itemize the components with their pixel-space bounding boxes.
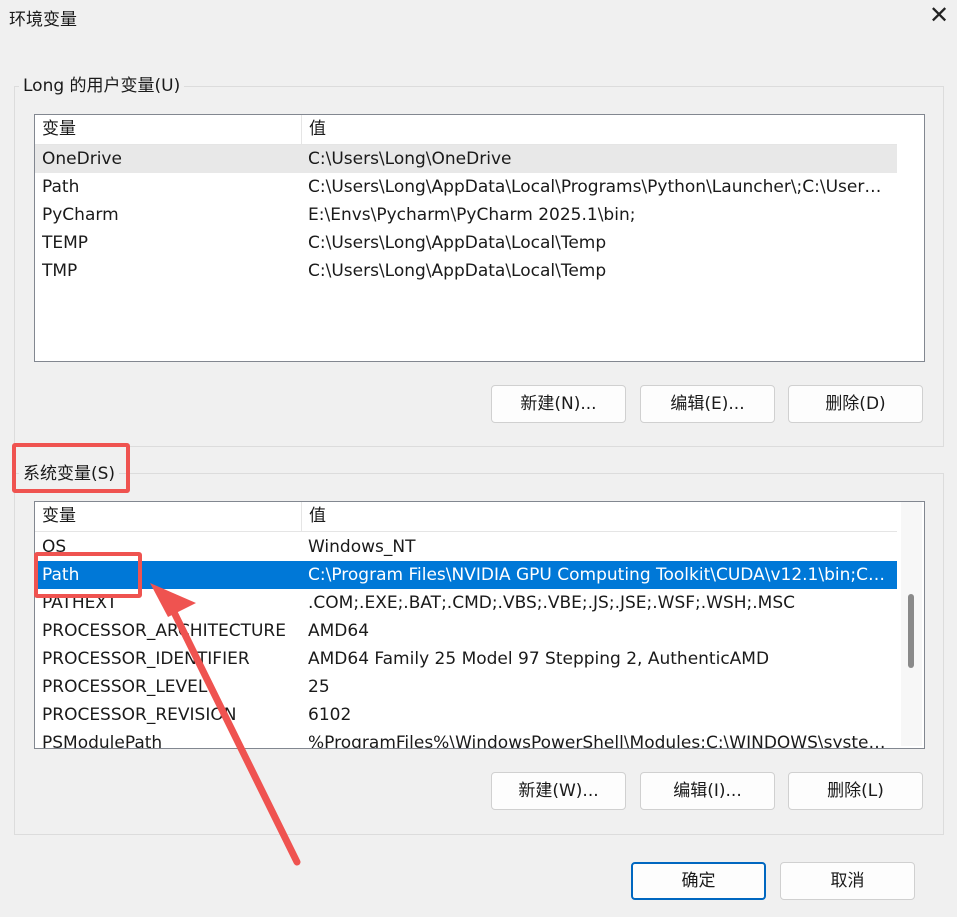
annotation-arrow	[150, 583, 301, 866]
